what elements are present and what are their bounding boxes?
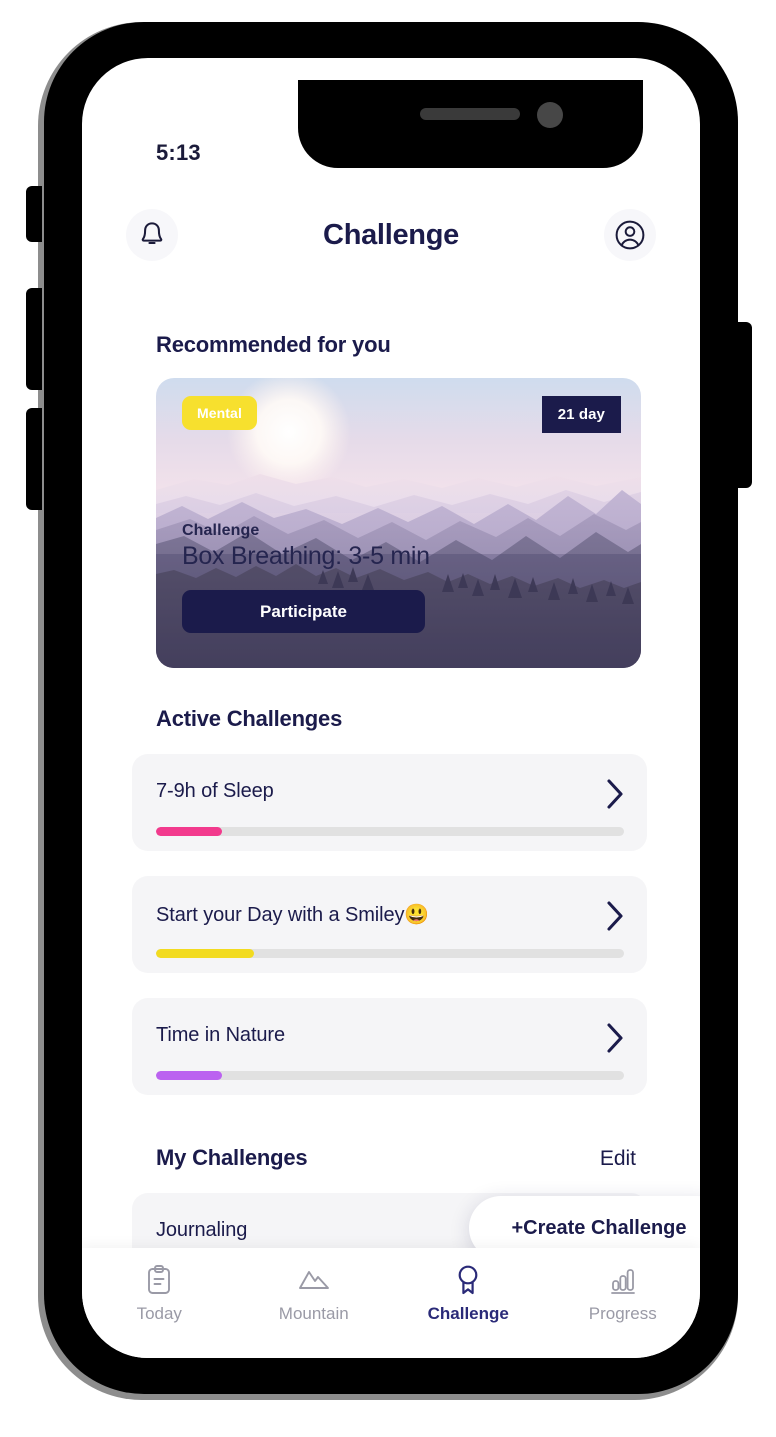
- progress-track: [156, 949, 624, 958]
- mute-switch-button[interactable]: [26, 186, 42, 242]
- tab-challenge[interactable]: Challenge: [413, 1264, 523, 1324]
- challenge-name: Time in Nature: [156, 1024, 286, 1046]
- challenge-name: Start your Day with a Smiley😃: [156, 904, 430, 926]
- active-challenge-row[interactable]: Time in Nature: [132, 998, 647, 1095]
- scroll-content[interactable]: Recommended for you Mental 21 day Challe…: [82, 272, 700, 1292]
- clipboard-icon: [148, 1265, 171, 1294]
- mountain-icon: [298, 1271, 329, 1289]
- progress-fill: [156, 1071, 222, 1080]
- recommended-section-title: Recommended for you: [156, 332, 391, 357]
- power-button[interactable]: [736, 322, 752, 488]
- progress-track: [156, 1071, 624, 1080]
- app-header: Challenge: [82, 198, 700, 272]
- tab-label: Mountain: [278, 1304, 349, 1323]
- duration-badge: 21 day: [541, 396, 621, 433]
- chevron-right-icon[interactable]: [606, 900, 625, 932]
- my-challenges-section-title: My Challenges: [156, 1145, 308, 1170]
- earpiece-speaker: [420, 108, 520, 120]
- profile-button[interactable]: [603, 209, 656, 261]
- progress-fill: [156, 827, 222, 836]
- challenge-name: 7-9h of Sleep: [156, 780, 274, 802]
- tab-label: Progress: [588, 1304, 657, 1323]
- tab-label: Challenge: [427, 1304, 509, 1323]
- category-badge: Mental: [182, 396, 257, 430]
- volume-up-button[interactable]: [26, 288, 42, 390]
- tab-mountain[interactable]: Mountain: [259, 1264, 369, 1324]
- card-kicker: Challenge: [182, 522, 260, 539]
- progress-track: [156, 827, 624, 836]
- notifications-button[interactable]: [126, 209, 178, 261]
- tab-label: Today: [136, 1304, 182, 1323]
- tab-progress[interactable]: Progress: [568, 1264, 678, 1324]
- bell-icon: [141, 222, 163, 244]
- chevron-right-icon[interactable]: [606, 1022, 625, 1054]
- my-challenges-header: My Challenges Edit: [82, 1145, 700, 1171]
- medal-icon: [458, 1265, 478, 1295]
- recommended-challenge-card[interactable]: Mental 21 day Challenge Box Breathing: 3…: [156, 378, 641, 668]
- status-time: 5:13: [156, 140, 201, 165]
- challenge-name: Journaling: [156, 1219, 248, 1241]
- notch: [298, 80, 643, 168]
- profile-icon: [615, 220, 645, 250]
- participate-button[interactable]: Participate: [182, 590, 425, 633]
- progress-fill: [156, 949, 255, 958]
- bottom-tab-bar: Today Mountain Challenge Progress: [82, 1248, 700, 1358]
- phone-screen: 5:13 Challenge Recommended for you Menta…: [82, 58, 700, 1358]
- front-camera: [537, 102, 563, 128]
- page-title: Challenge: [323, 218, 459, 251]
- tab-today[interactable]: Today: [104, 1264, 214, 1324]
- card-title: Box Breathing: 3-5 min: [182, 542, 430, 570]
- volume-down-button[interactable]: [26, 408, 42, 510]
- edit-button[interactable]: Edit: [600, 1147, 636, 1171]
- chevron-right-icon[interactable]: [606, 778, 625, 810]
- active-challenge-row[interactable]: 7-9h of Sleep: [132, 754, 647, 851]
- active-challenge-row[interactable]: Start your Day with a Smiley😃: [132, 876, 647, 973]
- active-challenges-section-title: Active Challenges: [156, 706, 343, 731]
- screenshot-stage: 5:13 Challenge Recommended for you Menta…: [0, 0, 776, 1437]
- bar-chart-icon: [610, 1269, 635, 1294]
